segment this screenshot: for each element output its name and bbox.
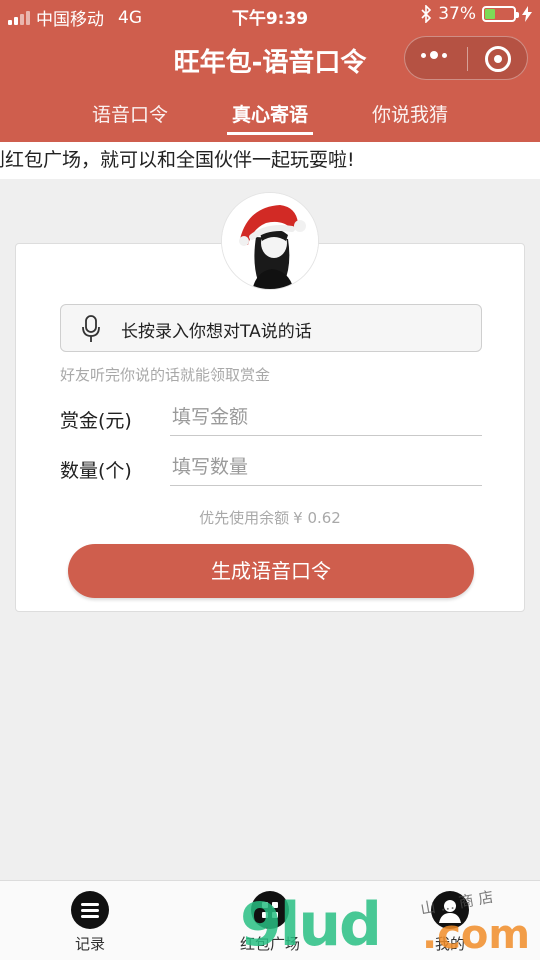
top-tabs: 语音口令 真心寄语 你说我猜 — [0, 96, 540, 142]
capsule-divider — [467, 47, 468, 71]
watermark-brand: 9lud — [240, 890, 382, 960]
close-target-icon[interactable] — [485, 46, 511, 72]
bluetooth-icon — [421, 5, 432, 23]
tab-heartfelt-message[interactable]: 真心寄语 — [210, 100, 330, 127]
hold-to-record-button[interactable]: 长按录入你想对TA说的话 — [60, 304, 482, 352]
notice-marquee: 到红包广场，就可以和全国伙伴一起玩耍啦! — [0, 142, 540, 179]
reward-label: 赏金(元) — [60, 410, 132, 432]
avatar-illustration — [222, 193, 318, 289]
message-card: 长按录入你想对TA说的话 好友听完你说的话就能领取赏金 赏金(元) 数量(个) … — [15, 243, 525, 612]
santa-hat-avatar — [221, 192, 319, 290]
tabbar-item-records[interactable]: 记录 — [35, 891, 145, 954]
microphone-icon — [82, 315, 100, 342]
balance-amount: ¥ 0.62 — [293, 509, 341, 527]
marquee-text: 到红包广场，就可以和全国伙伴一起玩耍啦! — [0, 149, 355, 171]
more-dots-icon[interactable] — [421, 51, 447, 59]
count-row: 数量(个) — [60, 448, 482, 488]
battery-level — [485, 9, 496, 19]
balance-note: 优先使用余额 ¥ 0.62 — [16, 507, 524, 528]
watermark-suffix: .com — [422, 912, 531, 958]
count-label: 数量(个) — [60, 460, 132, 482]
mini-program-capsule — [404, 36, 528, 80]
header: 中国移动 4G 下午9:39 37% 旺年包-语音口令 语音口令 真心寄语 你说… — [0, 0, 540, 142]
status-right: 37% — [420, 4, 532, 24]
reward-row: 赏金(元) — [60, 398, 482, 438]
charging-icon — [522, 6, 532, 22]
title-bar: 旺年包-语音口令 — [0, 30, 540, 90]
count-input[interactable] — [170, 448, 482, 486]
battery-icon — [482, 6, 519, 22]
tab-voice-password[interactable]: 语音口令 — [70, 100, 190, 127]
status-bar: 中国移动 4G 下午9:39 37% — [0, 0, 540, 30]
reward-amount-input[interactable] — [170, 398, 482, 436]
list-icon — [71, 891, 109, 929]
tab-you-say-i-guess[interactable]: 你说我猜 — [350, 100, 470, 127]
battery-percent: 37% — [438, 4, 476, 24]
active-tab-indicator — [227, 132, 313, 135]
tabbar-label: 记录 — [74, 935, 105, 953]
generate-voice-password-button[interactable]: 生成语音口令 — [68, 544, 474, 598]
voice-hint: 好友听完你说的话就能领取赏金 — [60, 366, 271, 384]
balance-text: 优先使用余额 — [199, 509, 290, 527]
record-button-label: 长按录入你想对TA说的话 — [121, 322, 312, 342]
